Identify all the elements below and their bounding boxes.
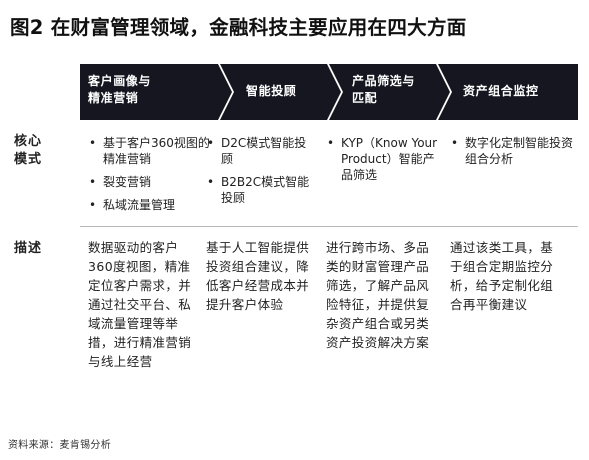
column-header-4: 资产组合监控: [463, 84, 539, 98]
core-modes-list-4: 数字化定制智能投资组合分析: [450, 135, 576, 174]
description-4: 通过该类工具，基于组合定期监控分析，给予定制化组合再平衡建议: [450, 240, 554, 312]
row-label-core-modes: 核心 模式: [14, 134, 43, 167]
core-mode-item: 数字化定制智能投资组合分析: [450, 135, 576, 167]
core-modes-list-1: 基于客户360视图的精准营销 裂变营销 私域流量管理: [88, 135, 214, 220]
core-mode-item: B2B2C模式智能投顾: [206, 174, 316, 206]
core-modes-list-3: KYP（Know Your Product）智能产品筛选: [326, 135, 440, 190]
column-header-3: 产品筛选与 匹配: [352, 74, 416, 105]
core-mode-item: D2C模式智能投顾: [206, 135, 316, 167]
core-mode-item: KYP（Know Your Product）智能产品筛选: [326, 135, 440, 183]
column-header-1: 客户画像与 精准营销: [88, 74, 152, 105]
row-divider: [80, 226, 578, 227]
source-note: 资料来源：麦肯锡分析: [8, 440, 111, 451]
description-1: 数据驱动的客户360度视图，精准定位客户需求，并通过社交平台、私域流量管理等举措…: [88, 240, 192, 369]
row-label-description: 描述: [14, 241, 43, 256]
description-2: 基于人工智能提供投资组合建议，降低客户经营成本并提升客户体验: [206, 240, 310, 312]
core-modes-list-2: D2C模式智能投顾 B2B2C模式智能投顾: [206, 135, 316, 213]
description-3: 进行跨市场、多品类的财富管理产品筛选，了解产品风险特征，并提供复杂资产组合或另类…: [326, 240, 430, 350]
core-mode-item: 裂变营销: [88, 174, 214, 190]
core-mode-item: 基于客户360视图的精准营销: [88, 135, 214, 167]
core-mode-item: 私域流量管理: [88, 197, 214, 213]
column-header-2: 智能投顾: [246, 84, 297, 98]
